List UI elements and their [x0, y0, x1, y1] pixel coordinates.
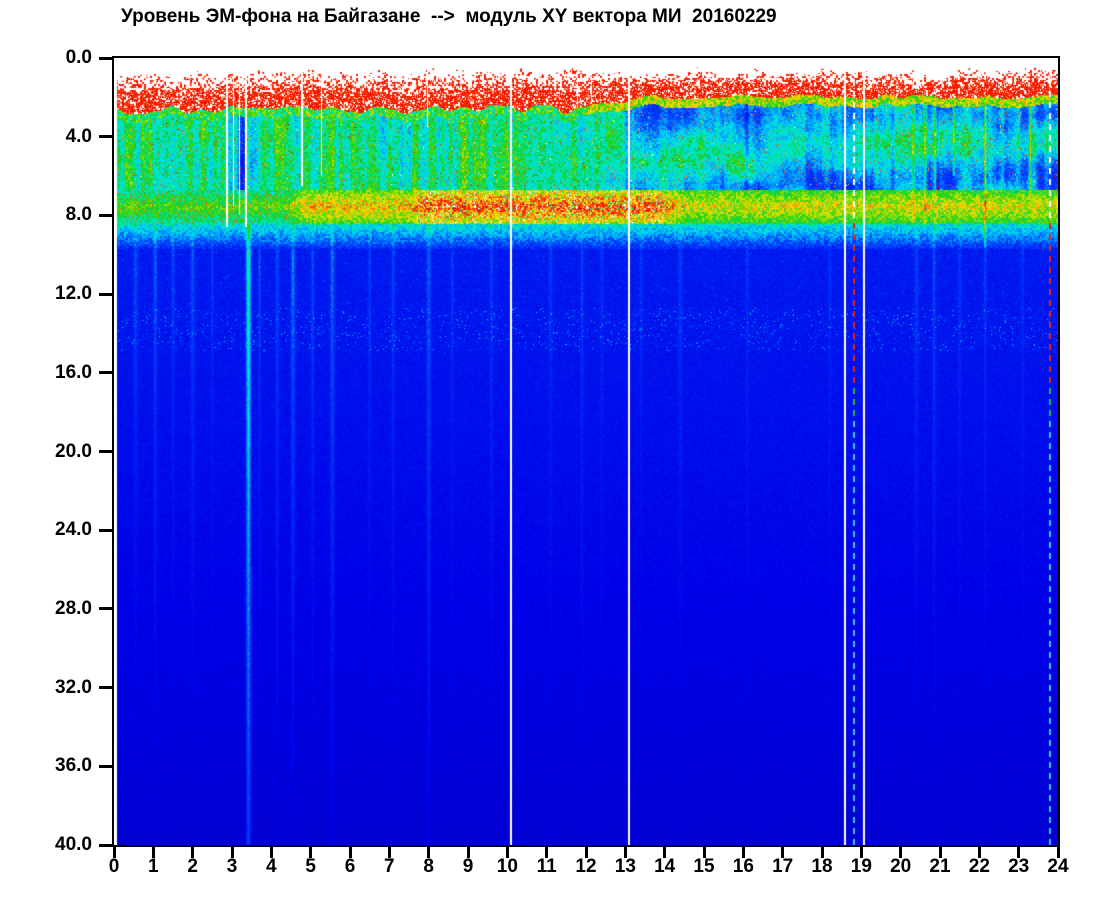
x-tick-label: 12 [575, 856, 597, 877]
x-tick-label: 23 [1008, 856, 1030, 877]
x-tick-label: 19 [850, 856, 872, 877]
x-tick-label: 18 [811, 856, 833, 877]
x-tick-label: 13 [614, 856, 636, 877]
x-tick-label: 8 [423, 856, 434, 877]
y-tick [99, 371, 113, 375]
x-tick-label: 24 [1047, 856, 1069, 877]
x-tick-label: 9 [462, 856, 474, 877]
x-tick-label: 21 [929, 856, 951, 877]
y-tick [99, 528, 113, 532]
y-tick-label: 24.0 [55, 519, 92, 541]
spectrogram-page: Уровень ЭМ-фона на Байгазане --> модуль … [0, 0, 1096, 900]
x-tick-label: 1 [148, 856, 159, 877]
x-tick-label: 4 [266, 856, 277, 877]
x-tick-label: 3 [226, 856, 238, 877]
y-tick-label: 40.0 [55, 834, 92, 855]
y-tick-label: 4.0 [65, 125, 92, 147]
y-tick [99, 56, 113, 60]
x-tick-label: 22 [968, 856, 990, 877]
chart-title: Уровень ЭМ-фона на Байгазане --> модуль … [121, 6, 777, 27]
x-tick-label: 17 [772, 856, 794, 877]
y-tick-label: 16.0 [55, 361, 92, 383]
y-tick [99, 843, 113, 847]
y-tick [99, 213, 113, 217]
x-tick-label: 15 [693, 856, 715, 877]
y-tick [99, 450, 113, 453]
x-tick-label: 10 [496, 856, 518, 877]
x-tick-label: 0 [108, 856, 120, 877]
y-tick-label: 0.0 [65, 47, 92, 68]
y-tick-label: 8.0 [65, 204, 92, 226]
x-tick-label: 7 [384, 856, 395, 877]
x-tick-label: 5 [305, 856, 316, 877]
y-tick-label: 20.0 [55, 440, 92, 462]
x-tick-label: 14 [654, 856, 676, 877]
x-tick-label: 16 [732, 856, 754, 877]
y-tick-label: 28.0 [55, 597, 92, 619]
y-tick [99, 607, 113, 611]
y-tick [99, 764, 113, 768]
x-tick-label: 11 [536, 856, 557, 877]
spectrogram-canvas [114, 58, 1058, 845]
y-tick-label: 32.0 [55, 676, 92, 698]
y-tick [99, 135, 113, 139]
x-tick-label: 20 [890, 856, 912, 877]
x-tick-label: 6 [344, 856, 356, 877]
y-tick-label: 36.0 [55, 755, 92, 777]
y-tick-label: 12.0 [55, 283, 92, 305]
y-tick [99, 292, 113, 296]
x-tick-label: 2 [187, 856, 198, 877]
y-tick [99, 686, 113, 690]
